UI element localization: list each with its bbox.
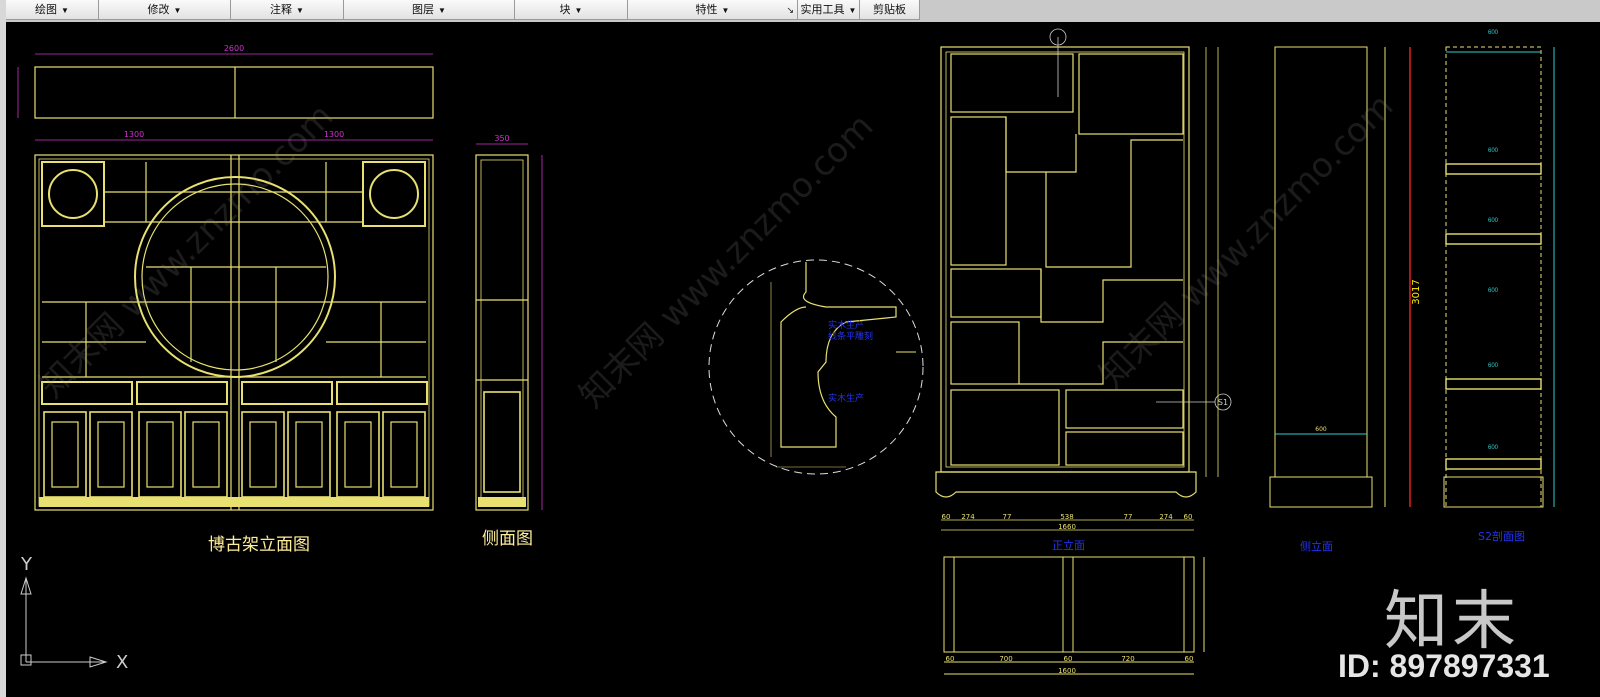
dim-plan-total: 1600 (1058, 667, 1076, 675)
ribbon-tab-label: 剪贴板 (873, 4, 906, 16)
section-width-value: 600 (1488, 288, 1499, 294)
ucs-axis-icon (20, 576, 108, 668)
section-title: S2剖面图 (1478, 530, 1525, 543)
dim-top-width: 2600 (224, 44, 244, 53)
drawing-canvas[interactable]: 2600 1300 1300 350 S1 60 274 77 538 77 2… (6, 22, 1600, 697)
ribbon-tab-label: 绘图 (35, 4, 58, 16)
dim-bottom-total: 1660 (1058, 523, 1076, 531)
section-width-value: 600 (1488, 363, 1499, 369)
detail-callout: 实木生产 (828, 394, 865, 404)
plan-view-drawing (943, 556, 1205, 675)
side-view-title: 侧面图 (482, 529, 533, 549)
section-marker-s1: S1 (1218, 398, 1228, 407)
detail-callout: 线条平雕刻 (828, 332, 874, 342)
dimension-value: 60 (942, 513, 951, 521)
chevron-down-icon: ▼ (438, 6, 446, 15)
ribbon-tab-label: 图层 (412, 4, 435, 16)
section-width-value: 600 (1488, 445, 1499, 451)
front-view-drawing (935, 46, 1197, 498)
ribbon-tab-label: 修改 (147, 4, 170, 16)
ribbon-tab-label: 特性 (695, 4, 718, 16)
ribbon-tab-draw[interactable]: 绘图 ▼ (6, 0, 99, 20)
chevron-down-icon: ▼ (296, 6, 304, 15)
side-view-dimensions (476, 143, 543, 510)
ribbon-tab-label: 注释 (270, 4, 293, 16)
section-width-texts: 600 600 600 600 600 600 (1488, 30, 1499, 451)
ribbon-tab-annotate[interactable]: 注释 ▼ (231, 0, 344, 20)
ribbon-tab-layers[interactable]: 图层 ▼ (344, 0, 515, 20)
section-width-value: 600 (1488, 30, 1499, 36)
chevron-down-icon: ▼ (61, 6, 69, 15)
ribbon-panel-bar: 绘图 ▼ 修改 ▼ 注释 ▼ 图层 ▼ 块 ▼ 特性 ▼ ↘ 实用工具 ▼ 剪贴板 (0, 0, 1600, 22)
dimension-value: 700 (999, 655, 1012, 663)
side-view-drawing (475, 154, 529, 511)
dimension-value: 77 (1003, 513, 1012, 521)
chevron-down-icon: ▼ (574, 6, 583, 15)
dim-half-left: 1300 (124, 130, 144, 139)
dimension-value: 60 (946, 655, 955, 663)
dim-side-depth: 350 (494, 134, 509, 143)
dim-side-elev-height: 3017 (1411, 279, 1422, 304)
drawing-id-text: ID: 897897331 (1338, 648, 1550, 684)
front-elevation-title: 博古架立面图 (208, 535, 310, 555)
axis-y-label: Y (20, 554, 33, 575)
ribbon-tab-block[interactable]: 块 ▼ (515, 0, 628, 20)
ribbon-tab-properties[interactable]: 特性 ▼ ↘ (628, 0, 798, 20)
front-view-title: 正立面 (1052, 539, 1085, 552)
section-width-value: 600 (1488, 148, 1499, 154)
section-width-value: 600 (1488, 218, 1499, 224)
chevron-down-icon: ▼ (848, 6, 857, 15)
ribbon-tab-utilities[interactable]: 实用工具 ▼ (798, 0, 860, 20)
chevron-down-icon: ▼ (721, 6, 730, 15)
detail-callout-circle (708, 259, 924, 475)
ribbon-tab-modify[interactable]: 修改 ▼ (99, 0, 231, 20)
side-elevation-title: 侧立面 (1300, 540, 1333, 553)
dimension-value: 720 (1121, 655, 1134, 663)
ribbon-tab-label: 实用工具 (800, 4, 845, 16)
ribbon-tab-clipboard[interactable]: 剪贴板 (860, 0, 920, 20)
dimension-value: 60 (1185, 655, 1194, 663)
dimension-value: 538 (1060, 513, 1073, 521)
ribbon-tab-label: 块 (559, 4, 571, 16)
s2-section-drawing (1443, 46, 1555, 508)
bogu-shelf-front-elevation (34, 66, 434, 511)
dim-side-bottom-width: 600 (1315, 426, 1327, 433)
dimension-value: 274 (961, 513, 975, 521)
dimension-value: 274 (1159, 513, 1173, 521)
dimension-value: 60 (1184, 513, 1193, 521)
chevron-down-icon: ▼ (173, 6, 182, 15)
dialog-launcher-icon[interactable]: ↘ (786, 0, 794, 20)
dimension-value: 60 (1064, 655, 1073, 663)
axis-x-label: X (116, 652, 128, 673)
dimension-value: 77 (1124, 513, 1133, 521)
